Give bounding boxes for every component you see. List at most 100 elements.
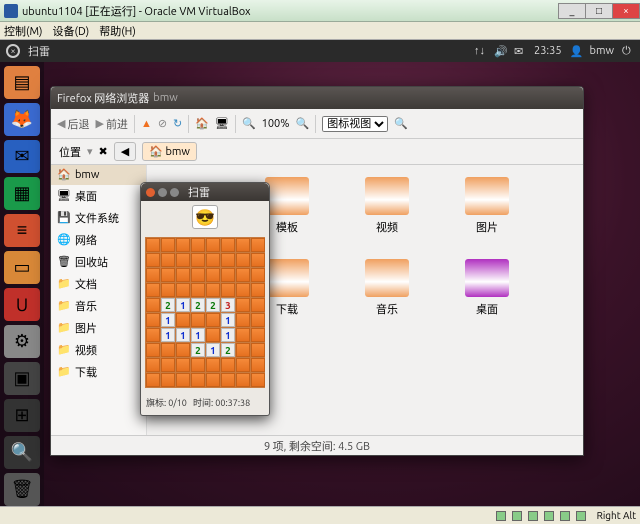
mines-cell[interactable] [236, 283, 250, 297]
mines-cell[interactable] [206, 373, 220, 387]
mines-cell[interactable] [146, 268, 160, 282]
mines-cell[interactable] [206, 268, 220, 282]
sidebar-item[interactable]: 📁图片 [51, 317, 146, 339]
mines-cell[interactable] [146, 328, 160, 342]
mines-close-orb[interactable] [146, 188, 155, 197]
vbox-close-button[interactable]: × [612, 3, 640, 19]
mines-cell[interactable]: 2 [191, 343, 205, 357]
mines-cell[interactable] [161, 253, 175, 267]
sidebar-item[interactable]: 🗑回收站 [51, 251, 146, 273]
launcher-files[interactable]: ▤ [4, 66, 40, 99]
launcher-firefox[interactable]: 🦊 [4, 103, 40, 136]
mines-cell[interactable]: 1 [206, 343, 220, 357]
topbar-time[interactable]: 23:35 [534, 45, 562, 57]
sidebar-item[interactable]: 🏠bmw [51, 165, 146, 185]
mines-cell[interactable] [161, 358, 175, 372]
mines-cell[interactable]: 1 [221, 313, 235, 327]
network-icon[interactable]: ↑↓ [474, 45, 486, 57]
mines-cell[interactable] [146, 253, 160, 267]
back-button[interactable]: ◀后退 [57, 116, 89, 132]
vbox-menu-devices[interactable]: 设备(D) [53, 23, 90, 39]
mines-cell[interactable]: 2 [191, 298, 205, 312]
stop-icon[interactable]: ⊘ [158, 117, 167, 130]
folder-item[interactable]: 视频 [337, 177, 437, 255]
mines-cell[interactable] [236, 328, 250, 342]
mines-cell[interactable] [161, 268, 175, 282]
launcher-calc[interactable]: ▦ [4, 177, 40, 210]
reload-icon[interactable]: ↻ [173, 117, 182, 130]
mines-cell[interactable]: 1 [161, 313, 175, 327]
nautilus-titlebar[interactable]: Firefox 网络浏览器 bmw [51, 87, 583, 109]
launcher-writer[interactable]: ≡ [4, 214, 40, 247]
mines-cell[interactable] [206, 253, 220, 267]
location-clear-icon[interactable]: ✖ [99, 145, 108, 158]
mines-cell[interactable] [146, 373, 160, 387]
power-icon[interactable]: ⏻ [622, 45, 634, 57]
launcher-settings[interactable]: ⚙ [4, 325, 40, 358]
mines-cell[interactable] [176, 238, 190, 252]
mines-cell[interactable] [236, 343, 250, 357]
mines-cell[interactable] [146, 283, 160, 297]
mines-cell[interactable] [206, 328, 220, 342]
mines-cell[interactable] [191, 253, 205, 267]
vbox-menu-control[interactable]: 控制(M) [4, 23, 43, 39]
folder-item[interactable]: 图片 [437, 177, 537, 255]
mines-cell[interactable] [191, 283, 205, 297]
mines-cell[interactable] [236, 313, 250, 327]
sidebar-item[interactable]: 📁音乐 [51, 295, 146, 317]
breadcrumb-back[interactable]: ◀ [114, 142, 136, 161]
view-select[interactable]: 图标视图 [322, 116, 388, 132]
mines-cell[interactable] [191, 238, 205, 252]
mines-cell[interactable]: 1 [176, 298, 190, 312]
mines-cell[interactable] [236, 253, 250, 267]
mines-cell[interactable]: 3 [221, 298, 235, 312]
mines-cell[interactable] [176, 343, 190, 357]
mines-cell[interactable] [176, 358, 190, 372]
mines-cell[interactable] [251, 328, 265, 342]
mines-cell[interactable]: 2 [221, 343, 235, 357]
mines-cell[interactable] [251, 358, 265, 372]
launcher-impress[interactable]: ▭ [4, 251, 40, 284]
launcher-search[interactable]: 🔍 [4, 436, 40, 469]
mines-cell[interactable] [251, 343, 265, 357]
mines-cell[interactable] [146, 298, 160, 312]
mines-cell[interactable] [236, 373, 250, 387]
sidebar-item[interactable]: 📁文档 [51, 273, 146, 295]
sidebar-item[interactable]: 🖥桌面 [51, 185, 146, 207]
mines-cell[interactable] [221, 283, 235, 297]
mines-cell[interactable] [251, 283, 265, 297]
mines-cell[interactable]: 2 [206, 298, 220, 312]
mines-cell[interactable] [236, 298, 250, 312]
sidebar-item[interactable]: 💾文件系统 [51, 207, 146, 229]
zoom-in-icon[interactable]: 🔍 [296, 117, 310, 130]
mines-min-orb[interactable] [158, 188, 167, 197]
mines-cell[interactable]: 1 [161, 328, 175, 342]
topbar-close-icon[interactable]: × [6, 44, 20, 58]
vbox-menu-help[interactable]: 帮助(H) [99, 23, 136, 39]
mines-max-orb[interactable] [170, 188, 179, 197]
search-icon[interactable]: 🔍 [394, 117, 408, 130]
mines-cell[interactable] [176, 373, 190, 387]
folder-item[interactable]: 桌面 [437, 259, 537, 337]
mines-cell[interactable]: 2 [161, 298, 175, 312]
mines-cell[interactable] [206, 358, 220, 372]
mines-cell[interactable] [176, 268, 190, 282]
up-icon[interactable]: ▲ [141, 118, 152, 130]
topbar-user[interactable]: bmw [590, 45, 614, 57]
mines-cell[interactable] [206, 238, 220, 252]
sidebar-item[interactable]: 📁视频 [51, 339, 146, 361]
mines-cell[interactable] [176, 313, 190, 327]
mines-cell[interactable]: 1 [176, 328, 190, 342]
mines-cell[interactable] [221, 373, 235, 387]
launcher-trash[interactable]: 🗑 [4, 473, 40, 506]
mines-cell[interactable] [236, 268, 250, 282]
launcher-apps[interactable]: ⊞ [4, 399, 40, 432]
forward-button[interactable]: ▶前进 [95, 116, 127, 132]
folder-item[interactable]: 音乐 [337, 259, 437, 337]
mines-cell[interactable] [161, 373, 175, 387]
mines-cell[interactable]: 1 [191, 328, 205, 342]
mines-cell[interactable] [161, 238, 175, 252]
volume-icon[interactable]: 🔊 [494, 45, 506, 57]
mines-titlebar[interactable]: 扫雷 [141, 183, 269, 201]
mines-cell[interactable] [251, 313, 265, 327]
